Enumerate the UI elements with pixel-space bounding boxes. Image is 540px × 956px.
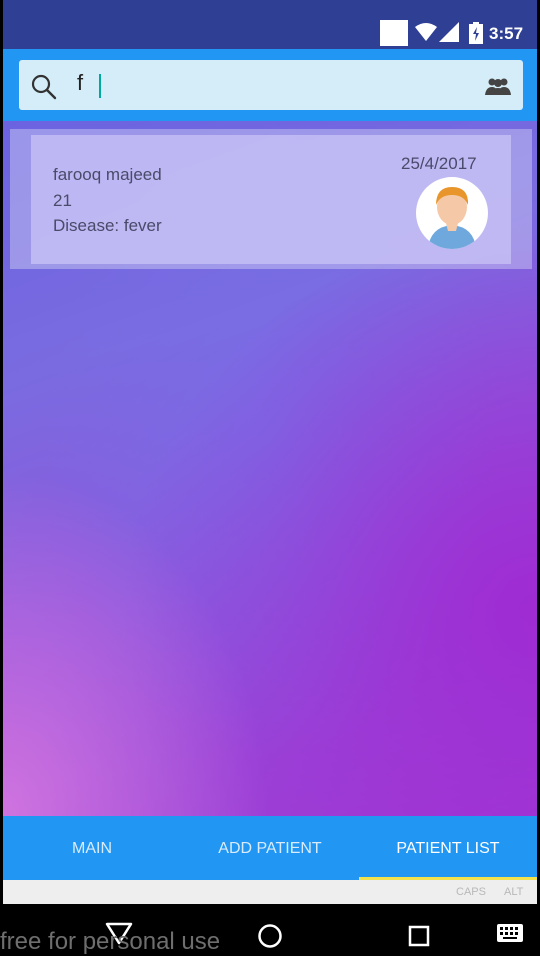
keyboard-icon[interactable] xyxy=(497,924,523,942)
alt-label: ALT xyxy=(504,886,524,898)
patient-name: farooq majeed xyxy=(53,165,162,184)
notification-icon xyxy=(380,20,408,46)
patient-age: 21 xyxy=(53,191,72,210)
search-icon[interactable] xyxy=(31,74,57,100)
patient-date: 25/4/2017 xyxy=(401,154,477,173)
wifi-icon xyxy=(415,23,437,41)
search-input[interactable]: f xyxy=(77,70,83,96)
tab-patient-list[interactable]: PATIENT LIST xyxy=(359,816,537,880)
recents-icon[interactable] xyxy=(408,925,430,947)
patient-list-area: farooq majeed 21 Disease: fever 25/4/201… xyxy=(3,121,537,816)
app-screen: 3:57 f farooq majeed 21 Disease: fever 2… xyxy=(3,0,537,952)
text-cursor xyxy=(99,74,101,98)
list-item[interactable]: farooq majeed 21 Disease: fever 25/4/201… xyxy=(10,129,532,269)
battery-icon xyxy=(469,22,483,44)
status-bar: 3:57 xyxy=(3,0,537,49)
toolbar: f xyxy=(3,49,537,121)
tab-main[interactable]: MAIN xyxy=(3,816,181,880)
tab-add-patient[interactable]: ADD PATIENT xyxy=(181,816,359,880)
caps-label: CAPS xyxy=(456,886,486,898)
avatar-icon xyxy=(428,187,476,249)
avatar xyxy=(416,177,488,249)
search-field[interactable]: f xyxy=(19,60,523,110)
patient-card[interactable]: farooq majeed 21 Disease: fever 25/4/201… xyxy=(31,135,511,264)
status-time: 3:57 xyxy=(489,24,524,43)
keyboard-strip: CAPS ALT xyxy=(3,880,537,904)
patient-disease: Disease: fever xyxy=(53,216,162,235)
group-icon[interactable] xyxy=(485,77,511,95)
signal-icon xyxy=(439,22,459,42)
tab-bar: MAIN ADD PATIENT PATIENT LIST xyxy=(3,816,537,880)
home-icon[interactable] xyxy=(257,923,283,949)
